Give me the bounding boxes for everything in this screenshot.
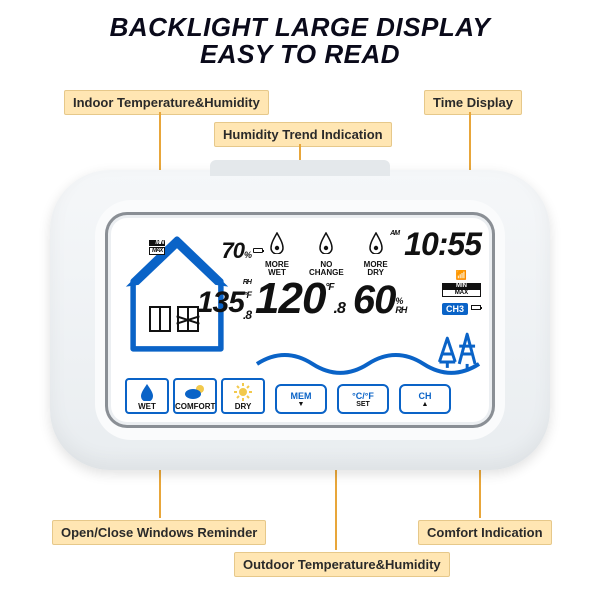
ch-button[interactable]: CH ▲ bbox=[399, 384, 451, 414]
signal-icon: 📶 bbox=[442, 270, 481, 281]
outdoor-minmax: MIN MAX bbox=[442, 283, 481, 297]
indoor-minmax: MIN MAX bbox=[149, 240, 165, 256]
comfort-ok: COMFORT bbox=[173, 378, 217, 414]
label-trend: Humidity Trend Indication bbox=[214, 122, 392, 147]
channel-badge: CH3 bbox=[442, 303, 468, 315]
indoor-humidity: 70%RH bbox=[155, 238, 251, 290]
button-row: MEM ▼ °C/°F SET CH ▲ bbox=[275, 384, 451, 414]
label-indoor: Indoor Temperature&Humidity bbox=[64, 90, 269, 115]
indoor-min-label: MIN bbox=[149, 240, 165, 246]
receiver-block: 📶 MIN MAX CH3 bbox=[442, 270, 481, 317]
headline-line-1: BACKLIGHT LARGE DISPLAY bbox=[0, 14, 600, 41]
raindrop-icon bbox=[127, 382, 167, 402]
headline-line-2: EASY TO READ bbox=[0, 41, 600, 68]
window-open-icon bbox=[149, 306, 171, 332]
comfort-wet: WET bbox=[125, 378, 169, 414]
outdoor-humidity: 60%RH bbox=[353, 286, 407, 315]
weather-station-device: MIN MAX 70%RH 135°F .8 WET bbox=[50, 170, 550, 470]
label-comfort: Comfort Indication bbox=[418, 520, 552, 545]
window-closed-icon bbox=[177, 306, 199, 332]
humidity-trend: MORE WET NO CHANGE MORE DRY bbox=[265, 232, 388, 277]
window-reminder bbox=[149, 306, 199, 332]
outdoor-temp: 120°F.8 bbox=[255, 284, 345, 315]
indoor-max-label: MAX bbox=[149, 247, 165, 255]
battery-icon bbox=[471, 305, 481, 310]
clock-time: 10:55 bbox=[404, 226, 481, 262]
comfort-row: WET COMFORT DRY bbox=[125, 378, 265, 414]
tree-icon bbox=[439, 334, 475, 370]
clock-ampm: AM bbox=[390, 230, 399, 237]
mem-button[interactable]: MEM ▼ bbox=[275, 384, 327, 414]
label-outdoor: Outdoor Temperature&Humidity bbox=[234, 552, 450, 577]
label-windows: Open/Close Windows Reminder bbox=[52, 520, 266, 545]
cloud-sun-icon bbox=[175, 382, 215, 402]
comfort-dry: DRY bbox=[221, 378, 265, 414]
device-top-tab bbox=[210, 160, 390, 176]
trend-more-wet: MORE WET bbox=[265, 232, 289, 277]
outdoor-scene bbox=[255, 332, 483, 382]
headline: BACKLIGHT LARGE DISPLAY EASY TO READ bbox=[0, 0, 600, 69]
sun-icon bbox=[223, 382, 263, 402]
battery-icon bbox=[253, 248, 263, 253]
clock: AM 10:55 bbox=[404, 226, 481, 263]
unit-set-button[interactable]: °C/°F SET bbox=[337, 384, 389, 414]
lcd-screen: MIN MAX 70%RH 135°F .8 WET bbox=[105, 212, 495, 428]
trend-no-change: NO CHANGE bbox=[309, 232, 344, 277]
trend-more-dry: MORE DRY bbox=[364, 232, 388, 277]
indoor-humidity-value: 70 bbox=[222, 238, 244, 263]
label-time: Time Display bbox=[424, 90, 522, 115]
outdoor-readings: 120°F.8 60%RH bbox=[255, 284, 406, 315]
